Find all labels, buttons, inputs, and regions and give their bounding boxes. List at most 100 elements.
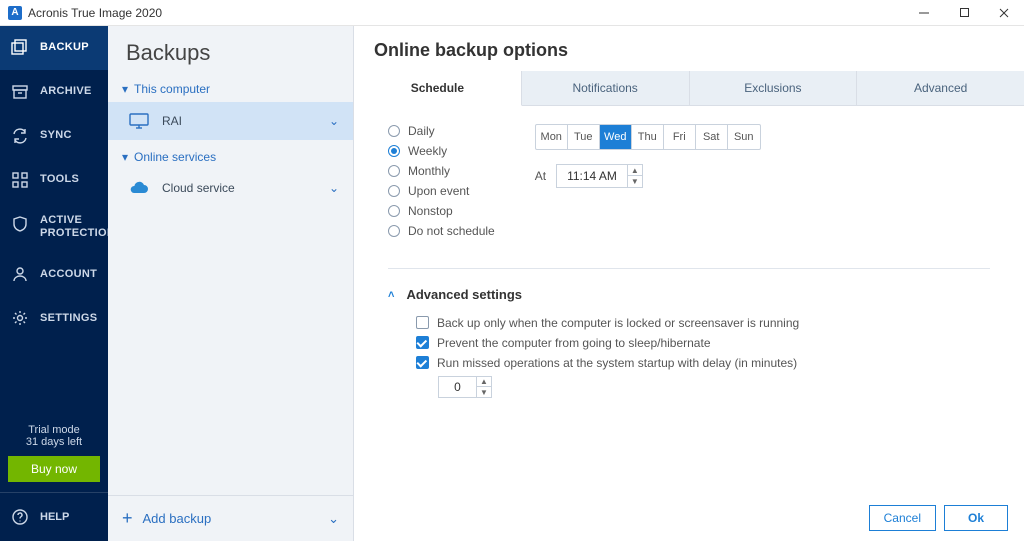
sync-icon bbox=[10, 126, 30, 146]
dialog-buttons: Cancel Ok bbox=[869, 505, 1008, 531]
backup-item-label: Cloud service bbox=[162, 181, 235, 195]
backup-icon bbox=[10, 38, 30, 58]
maximize-button[interactable] bbox=[944, 0, 984, 26]
cloud-icon bbox=[128, 180, 150, 196]
advanced-settings-toggle[interactable]: ˄ Advanced settings bbox=[388, 287, 990, 302]
titlebar: A Acronis True Image 2020 bbox=[0, 0, 1024, 26]
gear-icon bbox=[10, 308, 30, 328]
nav-settings[interactable]: SETTINGS bbox=[0, 296, 108, 340]
chevron-down-icon[interactable]: ⌄ bbox=[328, 511, 339, 527]
shield-icon bbox=[10, 214, 30, 234]
tab-notifications[interactable]: Notifications bbox=[522, 71, 690, 105]
close-button[interactable] bbox=[984, 0, 1024, 26]
radio-label: Do not schedule bbox=[408, 224, 495, 238]
day-mon[interactable]: Mon bbox=[536, 125, 568, 149]
time-input[interactable]: 11:14 AM ▲ ▼ bbox=[556, 164, 643, 188]
nav-label: ACCOUNT bbox=[40, 268, 97, 281]
chevron-down-icon: ▾ bbox=[122, 150, 128, 164]
main-panel: Online backup options Schedule Notificat… bbox=[354, 26, 1024, 541]
radio-label: Nonstop bbox=[408, 204, 453, 218]
chevron-down-icon: ▾ bbox=[122, 82, 128, 96]
tab-advanced[interactable]: Advanced bbox=[857, 71, 1024, 105]
nav-backup[interactable]: BACKUP bbox=[0, 26, 108, 70]
chevron-down-icon[interactable]: ⌄ bbox=[329, 114, 339, 128]
day-picker: Mon Tue Wed Thu Fri Sat Sun bbox=[535, 124, 761, 150]
archive-icon bbox=[10, 82, 30, 102]
nav-label: SYNC bbox=[40, 129, 72, 142]
checkbox-icon bbox=[416, 316, 429, 329]
add-backup-label: Add backup bbox=[143, 511, 212, 526]
check-prevent-sleep[interactable]: Prevent the computer from going to sleep… bbox=[416, 336, 990, 350]
window-controls bbox=[904, 0, 1024, 26]
day-wed[interactable]: Wed bbox=[600, 125, 632, 149]
day-tue[interactable]: Tue bbox=[568, 125, 600, 149]
check-run-missed[interactable]: Run missed operations at the system star… bbox=[416, 356, 990, 370]
delay-spinner: ▲ ▼ bbox=[476, 376, 491, 398]
time-value: 11:14 AM bbox=[557, 169, 627, 183]
separator bbox=[388, 268, 990, 269]
nav-account[interactable]: ACCOUNT bbox=[0, 252, 108, 296]
nav-label: ARCHIVE bbox=[40, 85, 92, 98]
page-title: Online backup options bbox=[354, 26, 1024, 71]
tab-exclusions[interactable]: Exclusions bbox=[690, 71, 858, 105]
day-sun[interactable]: Sun bbox=[728, 125, 760, 149]
chevron-up-icon: ˄ bbox=[388, 289, 394, 301]
ok-button[interactable]: Ok bbox=[944, 505, 1008, 531]
app-icon: A bbox=[8, 6, 22, 20]
radio-nonstop[interactable]: Nonstop bbox=[388, 204, 495, 218]
radio-label: Monthly bbox=[408, 164, 450, 178]
plus-icon: + bbox=[122, 508, 133, 529]
app-title: Acronis True Image 2020 bbox=[28, 6, 162, 20]
group-label: This computer bbox=[134, 82, 210, 96]
radio-label: Weekly bbox=[408, 144, 447, 158]
nav-archive[interactable]: ARCHIVE bbox=[0, 70, 108, 114]
backup-item-rai[interactable]: RAI ⌄ bbox=[108, 102, 353, 140]
nav-tools[interactable]: TOOLS bbox=[0, 158, 108, 202]
nav-label: SETTINGS bbox=[40, 312, 97, 325]
radio-label: Upon event bbox=[408, 184, 469, 198]
nav-label: ACTIVE PROTECTION bbox=[40, 214, 115, 240]
check-label: Run missed operations at the system star… bbox=[437, 356, 797, 370]
check-label: Prevent the computer from going to sleep… bbox=[437, 336, 711, 350]
nav-help[interactable]: HELP bbox=[0, 492, 108, 541]
delay-input[interactable]: 0 ▲ ▼ bbox=[438, 376, 492, 398]
spinner-down[interactable]: ▼ bbox=[628, 176, 642, 187]
chevron-down-icon[interactable]: ⌄ bbox=[329, 181, 339, 195]
at-label: At bbox=[535, 169, 546, 183]
nav-label: TOOLS bbox=[40, 173, 79, 186]
backup-item-label: RAI bbox=[162, 114, 182, 128]
spinner-up[interactable]: ▲ bbox=[628, 165, 642, 176]
nav-sync[interactable]: SYNC bbox=[0, 114, 108, 158]
sidebar: BACKUP ARCHIVE SYNC TOOLS ACTIVE PROTECT… bbox=[0, 26, 108, 541]
radio-label: Daily bbox=[408, 124, 435, 138]
radio-monthly[interactable]: Monthly bbox=[388, 164, 495, 178]
spinner-down[interactable]: ▼ bbox=[477, 387, 491, 398]
day-sat[interactable]: Sat bbox=[696, 125, 728, 149]
cancel-button[interactable]: Cancel bbox=[869, 505, 936, 531]
group-online-services[interactable]: ▾ Online services bbox=[108, 140, 353, 170]
spinner-up[interactable]: ▲ bbox=[477, 376, 491, 387]
backup-list-panel: Backups ▾ This computer RAI ⌄ ▾ Online s… bbox=[108, 26, 354, 541]
schedule-content: Daily Weekly Monthly Upon event Nonstop … bbox=[354, 106, 1024, 398]
day-thu[interactable]: Thu bbox=[632, 125, 664, 149]
nav-active-protection[interactable]: ACTIVE PROTECTION bbox=[0, 202, 108, 252]
group-this-computer[interactable]: ▾ This computer bbox=[108, 72, 353, 102]
tools-icon bbox=[10, 170, 30, 190]
time-spinner: ▲ ▼ bbox=[627, 165, 642, 187]
check-backup-when-locked[interactable]: Back up only when the computer is locked… bbox=[416, 316, 990, 330]
radio-upon-event[interactable]: Upon event bbox=[388, 184, 495, 198]
account-icon bbox=[10, 264, 30, 284]
minimize-button[interactable] bbox=[904, 0, 944, 26]
tab-schedule[interactable]: Schedule bbox=[354, 71, 522, 106]
day-fri[interactable]: Fri bbox=[664, 125, 696, 149]
radio-weekly[interactable]: Weekly bbox=[388, 144, 495, 158]
frequency-radio-group: Daily Weekly Monthly Upon event Nonstop … bbox=[388, 124, 495, 238]
add-backup-button[interactable]: + Add backup ⌄ bbox=[108, 495, 353, 541]
checkbox-icon bbox=[416, 356, 429, 369]
buy-now-button[interactable]: Buy now bbox=[8, 456, 100, 482]
help-label: HELP bbox=[40, 511, 69, 523]
options-tabs: Schedule Notifications Exclusions Advanc… bbox=[354, 71, 1024, 106]
backup-item-cloud-service[interactable]: Cloud service ⌄ bbox=[108, 170, 353, 206]
radio-do-not-schedule[interactable]: Do not schedule bbox=[388, 224, 495, 238]
radio-daily[interactable]: Daily bbox=[388, 124, 495, 138]
